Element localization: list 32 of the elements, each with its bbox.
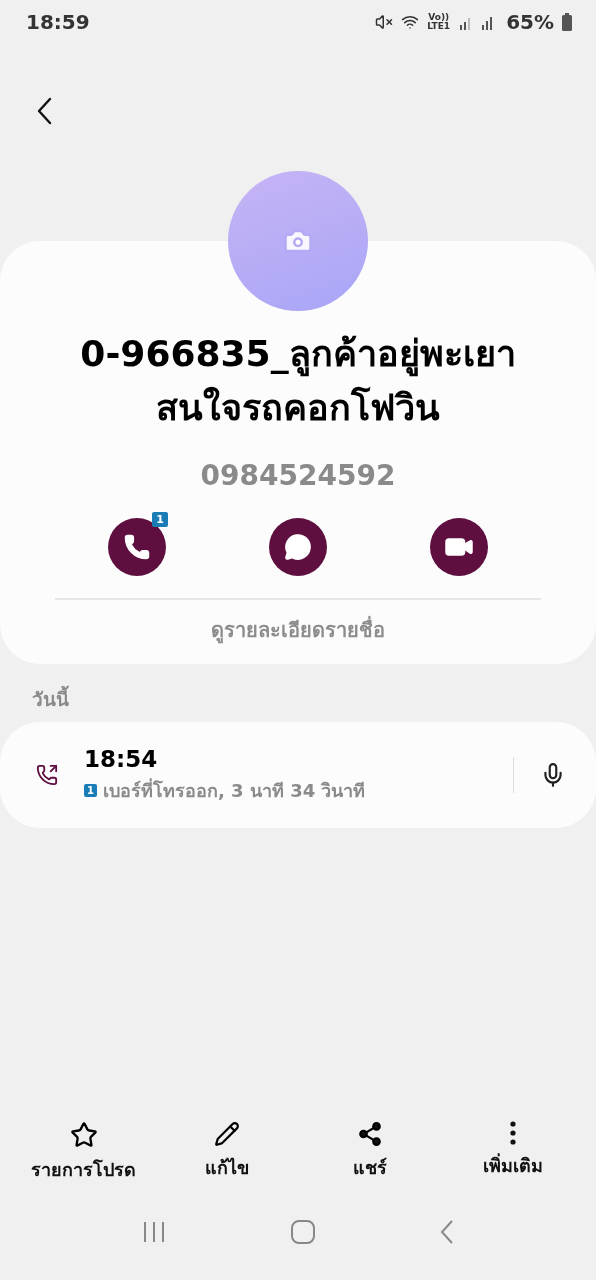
pencil-icon (213, 1121, 240, 1147)
mute-icon (375, 13, 394, 31)
sim-badge: 1 (152, 512, 168, 527)
recent-apps-button[interactable] (142, 1221, 167, 1243)
wifi-icon (401, 13, 420, 31)
sim-badge: 1 (84, 783, 97, 797)
status-time: 18:59 (26, 10, 90, 34)
contact-name: 0-966835_ลูกค้าอยู่พะเยา สนใจรถคอกโฟวิน (79, 332, 517, 430)
share-icon (356, 1121, 383, 1147)
more-icon (509, 1121, 516, 1145)
phone-number: 0984524592 (200, 459, 396, 492)
back-button[interactable] (36, 97, 52, 125)
phone-icon (123, 533, 151, 561)
back-nav-button[interactable] (439, 1219, 454, 1245)
call-description: เบอร์ที่โทรออก, 3 นาที 34 วินาที (102, 777, 366, 803)
call-log-item[interactable]: 18:54 1 เบอร์ที่โทรออก, 3 นาที 34 วินาที (0, 722, 596, 828)
section-header: วันนี้ (32, 684, 596, 714)
share-button[interactable]: แชร์ (298, 1121, 441, 1184)
network-label: LTE1 (427, 22, 451, 31)
video-button[interactable] (430, 518, 488, 576)
outgoing-call-icon (36, 764, 58, 786)
chat-bubble-icon (284, 533, 312, 561)
home-button[interactable] (291, 1220, 315, 1244)
battery-icon (562, 13, 572, 31)
star-icon (69, 1121, 98, 1149)
edit-button[interactable]: แก้ไข (155, 1121, 298, 1184)
more-button[interactable]: เพิ่มเติม (441, 1121, 584, 1184)
battery-percent: 65% (506, 10, 554, 34)
call-time: 18:54 (84, 745, 159, 772)
message-button[interactable] (269, 518, 327, 576)
network-label: Vo)) (428, 13, 450, 22)
favorite-button[interactable]: รายการโปรด (12, 1121, 155, 1184)
